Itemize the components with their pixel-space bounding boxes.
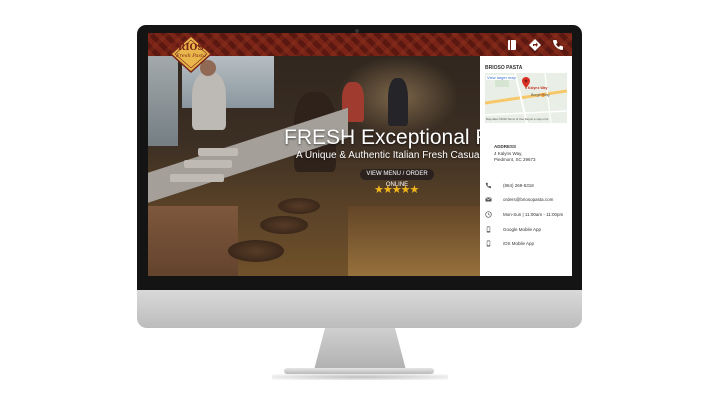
brioso-logo[interactable]: BRIOSO Fresh Pasta — [170, 35, 212, 73]
ios-app-text: iOS Mobile App — [503, 241, 535, 246]
clock-icon — [485, 211, 492, 218]
view-menu-order-online-button[interactable]: VIEW MENU / ORDER ONLINE — [360, 169, 434, 188]
info-panel: BRIOSO PASTA View larger map 4 Kalyns Wa… — [480, 56, 572, 276]
location-map[interactable]: View larger map 4 Kalyns Way Burger King… — [485, 73, 567, 123]
phone-text: (864) 269-5318 — [503, 183, 534, 188]
ios-app-row[interactable]: iOS Mobile App — [485, 240, 570, 250]
view-larger-map-link[interactable]: View larger map — [486, 75, 517, 80]
email-row[interactable]: orders@briosopasta.com — [485, 196, 570, 206]
phone-icon — [485, 182, 492, 189]
map-credit: Map data ©2019 Terms of Use Report a map… — [486, 117, 549, 121]
map-graphic — [485, 73, 567, 123]
address-line-2: Piedmont, SC 29673 — [494, 157, 536, 162]
apple-icon — [485, 240, 492, 247]
monitor-chin — [137, 290, 582, 328]
google-app-row[interactable]: Google Mobile App — [485, 226, 570, 236]
android-icon — [485, 226, 492, 233]
address-line-1: 4 Kalyns Way, — [494, 151, 523, 156]
logo-tagline: Fresh Pasta — [176, 53, 206, 59]
map-poi-label: Burger King — [531, 93, 550, 97]
google-app-text: Google Mobile App — [503, 227, 542, 232]
menu-book-icon[interactable] — [505, 38, 519, 52]
website-screen: BRIOSO Fresh Pasta FRESH Exceptional Fla… — [148, 33, 572, 276]
address-label: ADDRESS — [494, 144, 517, 149]
phone-row[interactable]: (864) 269-5318 — [485, 182, 570, 192]
email-text: orders@briosopasta.com — [503, 197, 554, 202]
hero-overlay — [148, 56, 480, 276]
hours-text: Mon-Sun | 11:00am - 11:00pm — [503, 212, 564, 217]
logo-name: BRIOSO — [170, 43, 212, 53]
stand-shadow — [272, 374, 448, 380]
monitor-stand-neck — [314, 328, 406, 370]
phone-icon[interactable] — [551, 38, 565, 52]
map-pin-label: 4 Kalyns Way — [525, 86, 548, 90]
email-icon — [485, 196, 492, 203]
rating-stars: ★★★★★ — [374, 184, 419, 196]
panel-title: BRIOSO PASTA — [485, 65, 523, 71]
directions-icon[interactable] — [528, 38, 542, 52]
hours-row: Mon-Sun | 11:00am - 11:00pm — [485, 211, 570, 221]
